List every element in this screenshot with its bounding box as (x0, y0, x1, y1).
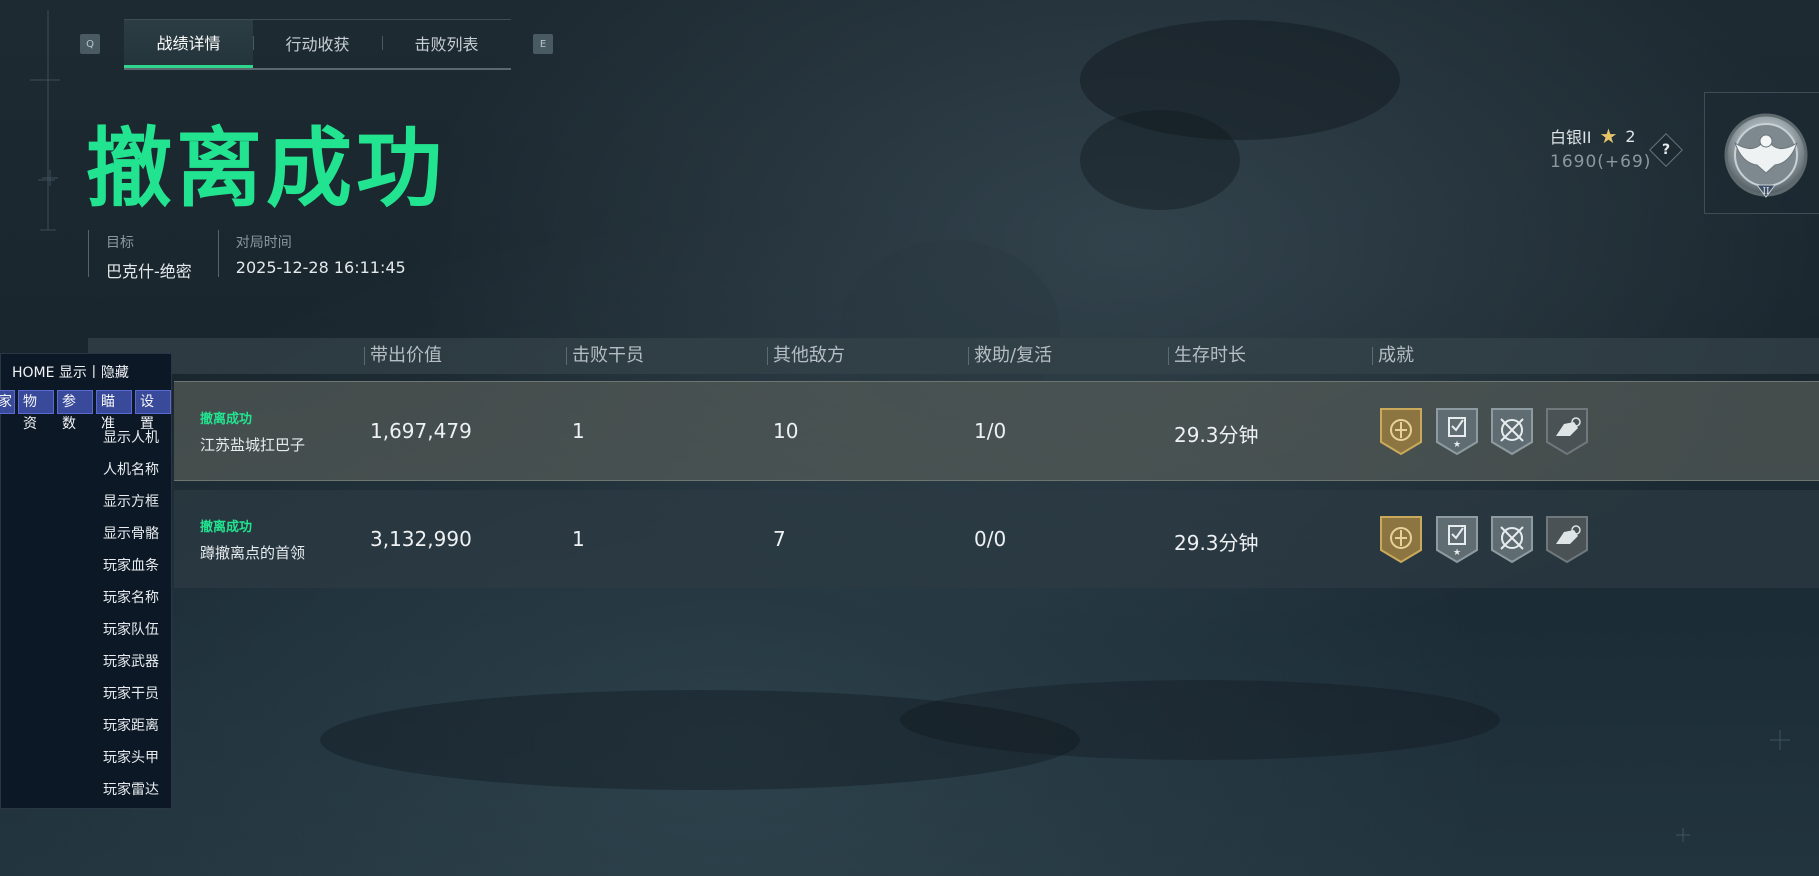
target-block: 目标 巴克什-绝密 (88, 230, 192, 281)
menu-item-player-operator[interactable]: 玩家干员 (103, 683, 159, 703)
row-status: 撤离成功 (200, 412, 253, 427)
player-name: 江苏盐城扛巴子 (200, 436, 306, 454)
survival-time: 29.3分钟 (1174, 423, 1259, 447)
target-label: 目标 (106, 235, 134, 251)
rank-name: 白银II (1550, 128, 1592, 147)
other-enemies: 10 (773, 419, 799, 443)
match-meta: 目标 巴克什-绝密 对局时间 2025-12-28 16:11:45 (88, 230, 432, 281)
extract-value: 1,697,479 (370, 419, 472, 443)
time-block: 对局时间 2025-12-28 16:11:45 (217, 230, 406, 277)
header-extract-value: 带出价值 (364, 338, 442, 374)
gold-emblem-icon[interactable] (1378, 406, 1424, 456)
rank-badge-panel[interactable]: II (1704, 92, 1819, 214)
eagle-rank-badge-icon: II (1724, 113, 1808, 198)
rank-points: 1690(+69) (1550, 152, 1652, 172)
target-value: 巴克什-绝密 (106, 262, 192, 281)
tab-defeat-list[interactable]: 击败列表 (382, 20, 511, 66)
menu-item-show-bots[interactable]: 显示人机 (103, 427, 159, 447)
badge-tier-text: II (1762, 187, 1770, 197)
header-survival-time: 生存时长 (1168, 338, 1246, 374)
menu-item-player-radar[interactable]: 玩家雷达 (103, 779, 159, 799)
q-key-hint[interactable]: Q (80, 34, 100, 54)
help-icon[interactable]: ? (1649, 133, 1683, 167)
survival-time: 29.3分钟 (1174, 531, 1259, 555)
header-operators-defeated: 击败干员 (566, 338, 644, 374)
menu-item-bot-names[interactable]: 人机名称 (103, 459, 159, 479)
operators-defeated: 1 (572, 419, 585, 443)
crosshair-cross-icon[interactable] (1489, 514, 1535, 564)
menu-item-player-health[interactable]: 玩家血条 (103, 555, 159, 575)
menu-item-player-team[interactable]: 玩家队伍 (103, 619, 159, 639)
gold-emblem-icon[interactable] (1378, 514, 1424, 564)
tab-group: 战绩详情 行动收获 击败列表 (124, 18, 511, 70)
menu-tab-items[interactable]: 物资 (18, 390, 54, 432)
table-header: 带出价值 击败干员 其他敌方 救助/复活 生存时长 成就 (88, 338, 1819, 374)
menu-tab-params[interactable]: 参数 (57, 390, 93, 432)
row-status: 撤离成功 (200, 520, 253, 535)
header-achievements: 成就 (1372, 338, 1414, 374)
crosshair-cross-icon[interactable] (1489, 406, 1535, 456)
hand-target-icon[interactable] (1544, 406, 1590, 456)
operators-defeated: 1 (572, 527, 585, 551)
menu-item-player-name[interactable]: 玩家名称 (103, 587, 159, 607)
menu-item-show-box[interactable]: 显示方框 (103, 491, 159, 511)
menu-tab-aim[interactable]: 瞄准 (96, 390, 132, 432)
checklist-star-icon[interactable]: ★ (1434, 406, 1480, 456)
top-tab-bar: Q 战绩详情 行动收获 击败列表 E (80, 18, 553, 70)
menu-title[interactable]: HOME 显示丨隐藏 (12, 362, 129, 382)
e-key-hint[interactable]: E (533, 34, 553, 54)
menu-item-player-weapon[interactable]: 玩家武器 (103, 651, 159, 671)
svg-text:★: ★ (1453, 548, 1461, 558)
checklist-star-icon[interactable]: ★ (1434, 514, 1480, 564)
rescue-revive: 1/0 (974, 419, 1007, 443)
time-value: 2025-12-28 16:11:45 (235, 258, 406, 277)
rescue-revive: 0/0 (974, 527, 1007, 551)
hand-target-icon[interactable] (1544, 514, 1590, 564)
svg-text:★: ★ (1453, 440, 1461, 450)
menu-item-player-distance[interactable]: 玩家距离 (103, 715, 159, 735)
other-enemies: 7 (773, 527, 786, 551)
tab-action-loot[interactable]: 行动收获 (253, 20, 382, 66)
menu-tab-bar: 家 物资 参数 瞄准 设置 (0, 390, 171, 432)
overlay-menu: HOME 显示丨隐藏 家 物资 参数 瞄准 设置 显示人机 人机名称 显示方框 … (0, 353, 172, 809)
menu-item-player-armor[interactable]: 玩家头甲 (103, 747, 159, 767)
player-name: 蹲撤离点的首领 (200, 544, 306, 562)
rank-stars: 2 (1625, 126, 1636, 146)
menu-item-show-skeleton[interactable]: 显示骨骼 (103, 523, 159, 543)
header-rescue-revive: 救助/复活 (968, 338, 1052, 374)
table-row[interactable]: 撤离成功 江苏盐城扛巴子 1,697,479 1 10 1/0 29.3分钟 ★ (174, 381, 1819, 481)
header-other-enemies: 其他敌方 (767, 338, 845, 374)
table-row[interactable]: 撤离成功 蹲撤离点的首领 3,132,990 1 7 0/0 29.3分钟 ★ (174, 490, 1819, 588)
tab-stats-detail[interactable]: 战绩详情 (124, 19, 253, 68)
help-glyph: ? (1661, 142, 1671, 158)
star-icon: ★ (1599, 124, 1618, 148)
extract-value: 3,132,990 (370, 527, 472, 551)
time-label: 对局时间 (235, 235, 292, 251)
menu-tab-settings[interactable]: 设置 (135, 390, 171, 432)
rank-line: 白银II ★ 2 (1550, 124, 1651, 148)
rank-info: 白银II ★ 2 1690(+69) (1550, 124, 1651, 172)
result-title: 撤离成功 (86, 119, 446, 219)
menu-tab-player[interactable]: 家 (0, 390, 15, 414)
